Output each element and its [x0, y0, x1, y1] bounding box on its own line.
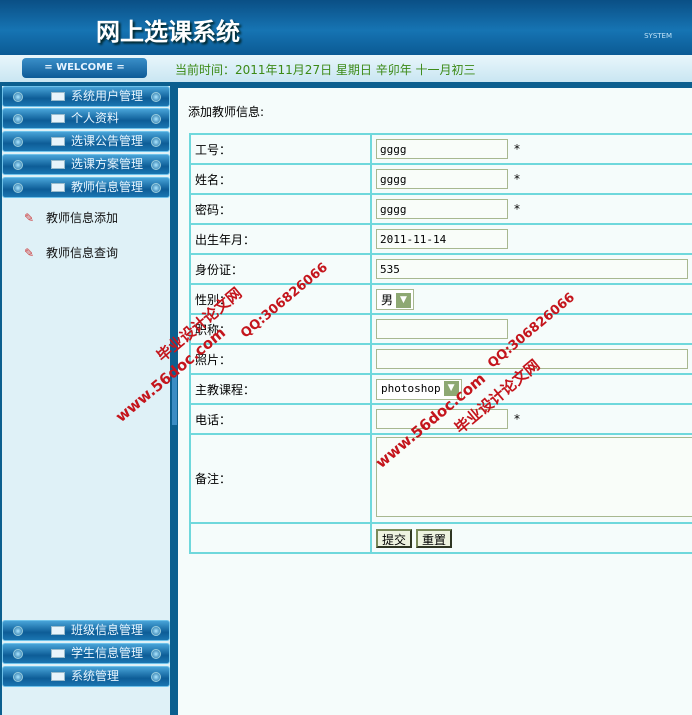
envelope-icon	[51, 626, 65, 635]
welcome-badge: = WELCOME =	[22, 58, 147, 78]
label-phone: 电话：	[189, 403, 372, 435]
required-mark: *	[514, 171, 520, 186]
gender-value: 男	[381, 292, 394, 307]
required-mark: *	[514, 201, 520, 216]
label-id: 工号：	[189, 133, 372, 165]
sidebar-item-teachers[interactable]: 教师信息管理	[2, 177, 170, 198]
idcard-input[interactable]	[376, 259, 688, 279]
app-title: 网上选课系统	[96, 17, 240, 46]
sidebar-item-label: 班级信息管理	[71, 623, 144, 637]
label-password: 密码：	[189, 193, 372, 225]
label-photo: 照片：	[189, 343, 372, 375]
password-input[interactable]	[376, 199, 508, 219]
sidebar-item-classes[interactable]: 班级信息管理	[2, 620, 170, 641]
envelope-icon	[51, 92, 65, 101]
submit-button[interactable]: 提交	[376, 528, 413, 548]
photo-input[interactable]	[376, 349, 688, 369]
sidebar-item-label: 教师信息管理	[71, 180, 144, 194]
label-idcard: 身份证：	[189, 253, 372, 285]
sidebar-item-label: 选课方案管理	[71, 157, 144, 171]
course-select[interactable]: photoshop ▼	[376, 378, 462, 400]
sidebar-item-label: 系统用户管理	[71, 89, 144, 103]
label-course: 主教课程：	[189, 373, 372, 405]
envelope-icon	[51, 137, 65, 146]
subitem-label: 教师信息查询	[46, 246, 119, 260]
chevron-down-icon: ▼	[443, 380, 459, 396]
id-input[interactable]	[376, 139, 508, 159]
subitem-label: 教师信息添加	[46, 211, 119, 225]
sidebar-item-label: 个人资料	[71, 111, 120, 125]
label-name: 姓名：	[189, 163, 372, 195]
sidebar-subitem-query-teacher[interactable]: ✎ 教师信息查询	[24, 244, 118, 261]
title-input[interactable]	[376, 319, 508, 339]
sidebar-item-label: 系统管理	[71, 669, 120, 683]
sidebar-item-label: 学生信息管理	[71, 646, 144, 660]
empty-cell	[189, 522, 372, 554]
remark-textarea[interactable]	[376, 437, 692, 517]
label-birth: 出生年月：	[189, 223, 372, 255]
name-input[interactable]	[376, 169, 508, 189]
sidebar-item-profile[interactable]: 个人资料	[2, 108, 170, 129]
label-title: 职称：	[189, 313, 372, 345]
pencil-icon: ✎	[24, 211, 35, 225]
main-panel: 添加教师信息: 工号：* 姓名：* 密码：* 出生年月： 身份证： 性别：男▼ …	[178, 88, 692, 715]
sidebar-subitem-add-teacher[interactable]: ✎ 教师信息添加	[24, 209, 118, 226]
envelope-icon	[51, 183, 65, 192]
envelope-icon	[51, 160, 65, 169]
birth-input[interactable]	[376, 229, 508, 249]
teacher-form: 工号：* 姓名：* 密码：* 出生年月： 身份证： 性别：男▼ 职称： 照片： …	[189, 133, 692, 554]
pencil-icon: ✎	[24, 246, 35, 260]
sidebar-item-plans[interactable]: 选课方案管理	[2, 154, 170, 175]
system-label: SYSTEM	[644, 32, 672, 40]
envelope-icon	[51, 649, 65, 658]
reset-button[interactable]: 重置	[416, 528, 453, 548]
envelope-icon	[51, 672, 65, 681]
current-time: 当前时间：2011年11月27日 星期日 辛卯年 十一月初三	[175, 63, 476, 77]
sidebar-item-system[interactable]: 系统管理	[2, 666, 170, 687]
sidebar-item-users[interactable]: 系统用户管理	[2, 86, 170, 107]
sidebar-item-label: 选课公告管理	[71, 134, 144, 148]
phone-input[interactable]	[376, 409, 508, 429]
envelope-icon	[51, 114, 65, 123]
form-heading: 添加教师信息:	[188, 105, 265, 119]
course-value: photoshop	[381, 381, 441, 395]
label-remark: 备注：	[189, 433, 372, 524]
chevron-down-icon: ▼	[396, 292, 412, 308]
label-gender: 性别：	[189, 283, 372, 315]
sidebar-item-students[interactable]: 学生信息管理	[2, 643, 170, 664]
sidebar-splitter[interactable]	[172, 375, 177, 425]
required-mark: *	[514, 141, 520, 156]
sidebar-item-announcements[interactable]: 选课公告管理	[2, 131, 170, 152]
gender-select[interactable]: 男 ▼	[376, 288, 415, 310]
required-mark: *	[514, 411, 520, 426]
header-banner: 网上选课系统 SYSTEM	[0, 0, 692, 55]
